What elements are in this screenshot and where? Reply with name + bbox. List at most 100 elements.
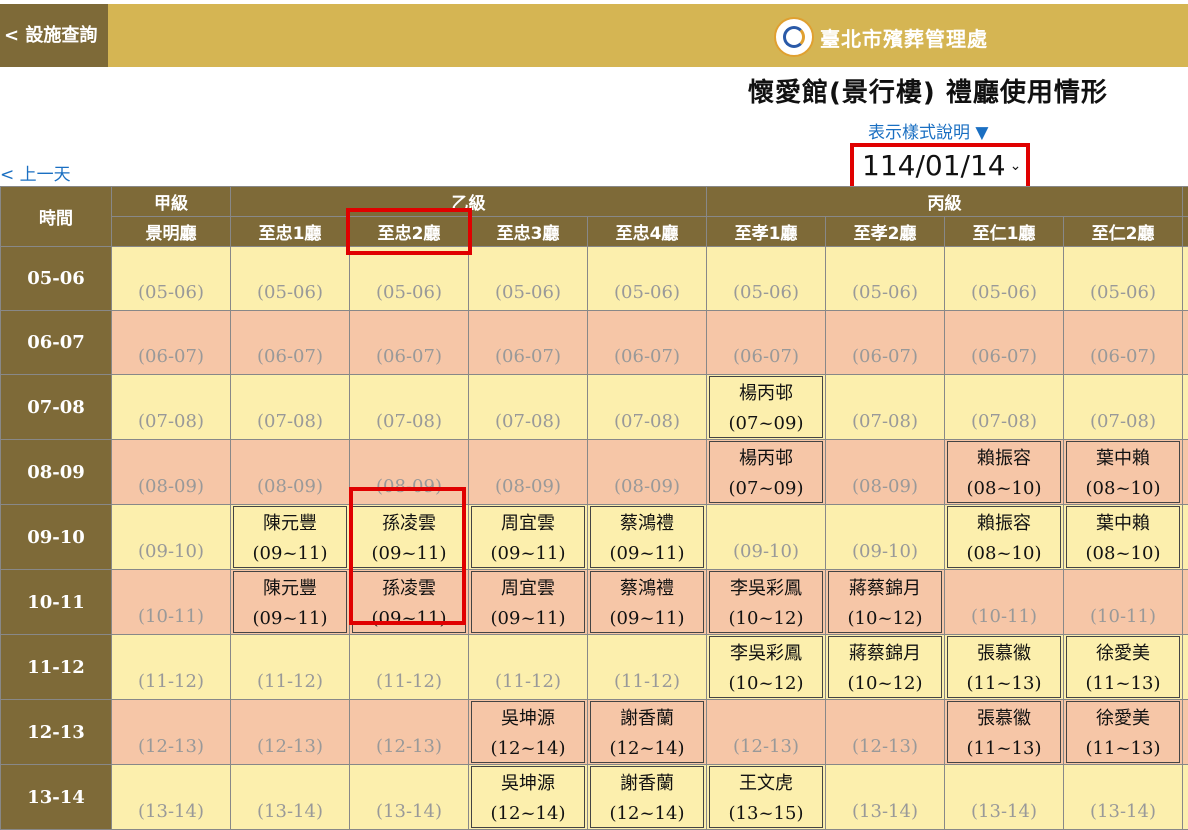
- hall-slot-cell: (11-12): [469, 635, 588, 700]
- booking-entry[interactable]: 李吳彩鳳 (10~12): [709, 571, 823, 633]
- hall-slot-cell: (12-13): [707, 700, 826, 765]
- hall-slot-cell: (05-06): [350, 247, 469, 311]
- booking-entry[interactable]: 葉中賴(08~10): [1066, 506, 1180, 568]
- row-filler: [1183, 765, 1188, 830]
- hall-header: 景明廳: [112, 217, 231, 247]
- hall-slot-cell: (13-14): [350, 765, 469, 830]
- row-filler: [1183, 700, 1188, 765]
- hall-slot-cell: (08-09): [588, 440, 707, 505]
- booking-time-range: (09~11): [372, 543, 447, 564]
- booking-entry[interactable]: 楊丙邨(07~09): [709, 441, 823, 503]
- time-header: 時間: [1, 187, 112, 247]
- booking-entry[interactable]: 吳坤源(12~14): [471, 701, 585, 763]
- booking-entry[interactable]: 徐愛美(11~13): [1066, 701, 1180, 763]
- booking-entry[interactable]: 謝香蘭(12~14): [590, 766, 704, 828]
- hall-slot-cell: (13-14): [945, 765, 1064, 830]
- time-slot-label: 06-07: [1, 311, 112, 375]
- hall-slot-cell: 徐愛美(11~13): [1064, 635, 1183, 700]
- booking-entry[interactable]: 陳元豐(09~11): [233, 571, 347, 633]
- hall-slot-cell: (08-09): [826, 440, 945, 505]
- booking-name: 張慕徽: [977, 704, 1031, 730]
- hall-slot-cell: (05-06): [231, 247, 350, 311]
- booking-time-range: (09~11): [372, 608, 447, 629]
- booking-entry[interactable]: 蔣蔡錦月(10~12): [828, 571, 942, 633]
- back-to-facility-search-button[interactable]: < 設施查詢: [0, 4, 108, 67]
- hall-slot-cell: (07-08): [826, 375, 945, 440]
- booking-name: 蔣蔡錦月: [849, 574, 921, 600]
- available-slot-label: (13-14): [945, 801, 1063, 829]
- booking-entry[interactable]: 周宜雲(09~11): [471, 506, 585, 568]
- booking-name: 吳坤源: [501, 704, 555, 730]
- hall-slot-cell: (09-10): [707, 505, 826, 570]
- booking-entry[interactable]: 葉中賴(08~10): [1066, 441, 1180, 503]
- hall-slot-cell: 蔡鴻禮(09~11): [588, 570, 707, 635]
- hall-header: 至孝2廳: [826, 217, 945, 247]
- hall-usage-table: 時間 甲級 乙級 丙級 景明廳 至忠1廳 至忠2廳 至忠3廳 至忠4廳 至孝1廳…: [0, 186, 1188, 830]
- booking-entry[interactable]: 謝香蘭(12~14): [590, 701, 704, 763]
- hall-slot-cell: (10-11): [1064, 570, 1183, 635]
- booking-entry[interactable]: 周宜雲(09~11): [471, 571, 585, 633]
- booking-entry[interactable]: 徐愛美(11~13): [1066, 636, 1180, 698]
- brand[interactable]: 臺北市殯葬管理處: [774, 17, 988, 57]
- available-slot-label: (07-08): [588, 411, 706, 439]
- booking-entry[interactable]: 陳元豐(09~11): [233, 506, 347, 568]
- booking-name: 孫凌雲: [382, 509, 436, 535]
- previous-day-link[interactable]: < 上一天: [0, 160, 71, 185]
- booking-time-range: (12~14): [610, 738, 685, 759]
- time-slot-label: 07-08: [1, 375, 112, 440]
- hall-slot-cell: (06-07): [469, 311, 588, 375]
- booking-entry[interactable]: 王文虎(13~15): [709, 766, 823, 828]
- booking-entry[interactable]: 楊丙邨(07~09): [709, 376, 823, 438]
- booking-name: 李吳彩鳳: [730, 574, 802, 600]
- booking-entry[interactable]: 賴振容(08~10): [947, 441, 1061, 503]
- hall-slot-cell: (05-06): [588, 247, 707, 311]
- booking-time-range: (11~13): [1086, 673, 1161, 694]
- booking-entry[interactable]: 李吳彩鳳(10~12): [709, 636, 823, 698]
- hall-slot-cell: 吳坤源(12~14): [469, 700, 588, 765]
- hall-slot-cell: (05-06): [469, 247, 588, 311]
- booking-time-range: (08~10): [967, 478, 1042, 499]
- group-header-b: 乙級: [231, 187, 707, 217]
- available-slot-label: (05-06): [707, 282, 825, 310]
- booking-entry[interactable]: 張慕徽(11~13): [947, 636, 1061, 698]
- hall-header: 至孝1廳: [707, 217, 826, 247]
- booking-time-range: (10~12): [729, 608, 804, 629]
- hall-slot-cell: 陳元豐(09~11): [231, 505, 350, 570]
- booking-entry[interactable]: 蔡鴻禮(09~11): [590, 571, 704, 633]
- available-slot-label: (07-08): [1064, 411, 1182, 439]
- time-slot-row: 05-06(05-06)(05-06)(05-06)(05-06)(05-06)…: [1, 247, 1188, 311]
- hall-slot-cell: 張慕徽(11~13): [945, 700, 1064, 765]
- hall-header: 至仁2廳: [1064, 217, 1183, 247]
- available-slot-label: (09-10): [112, 541, 230, 569]
- booking-name: 葉中賴: [1096, 444, 1150, 470]
- hall-header: 至忠2廳: [350, 217, 469, 247]
- booking-entry[interactable]: 孫凌雲 (09~11): [352, 506, 466, 568]
- hall-slot-cell: 楊丙邨(07~09): [707, 375, 826, 440]
- hall-header: 至忠1廳: [231, 217, 350, 247]
- group-header-c: 丙級: [707, 187, 1183, 217]
- available-slot-label: (11-12): [231, 671, 349, 699]
- available-slot-label: (08-09): [231, 476, 349, 504]
- available-slot-label: (07-08): [231, 411, 349, 439]
- booking-entry[interactable]: 吳坤源(12~14): [471, 766, 585, 828]
- hall-slot-cell: 李吳彩鳳 (10~12): [707, 570, 826, 635]
- booking-time-range: (09~11): [610, 608, 685, 629]
- available-slot-label: (06-07): [588, 346, 706, 374]
- hall-slot-cell: (07-08): [588, 375, 707, 440]
- available-slot-label: (11-12): [350, 671, 468, 699]
- booking-entry[interactable]: 蔡鴻禮(09~11): [590, 506, 704, 568]
- booking-entry[interactable]: 賴振容(08~10): [947, 506, 1061, 568]
- available-slot-label: (11-12): [588, 671, 706, 699]
- org-name: 臺北市殯葬管理處: [820, 23, 988, 52]
- date-select[interactable]: 114/01/14 ⌄: [862, 149, 1021, 182]
- booking-time-range: (09~11): [610, 543, 685, 564]
- available-slot-label: (07-08): [469, 411, 587, 439]
- booking-entry[interactable]: 蔣蔡錦月(10~12): [828, 636, 942, 698]
- booking-entry[interactable]: 孫凌雲(09~11): [352, 571, 466, 633]
- booking-name: 周宜雲: [501, 574, 555, 600]
- booking-entry[interactable]: 張慕徽(11~13): [947, 701, 1061, 763]
- booking-time-range: (11~13): [967, 673, 1042, 694]
- available-slot-label: (07-08): [945, 411, 1063, 439]
- legend-toggle-link[interactable]: 表示樣式說明 ▼: [868, 118, 988, 143]
- hall-slot-cell: 張慕徽(11~13): [945, 635, 1064, 700]
